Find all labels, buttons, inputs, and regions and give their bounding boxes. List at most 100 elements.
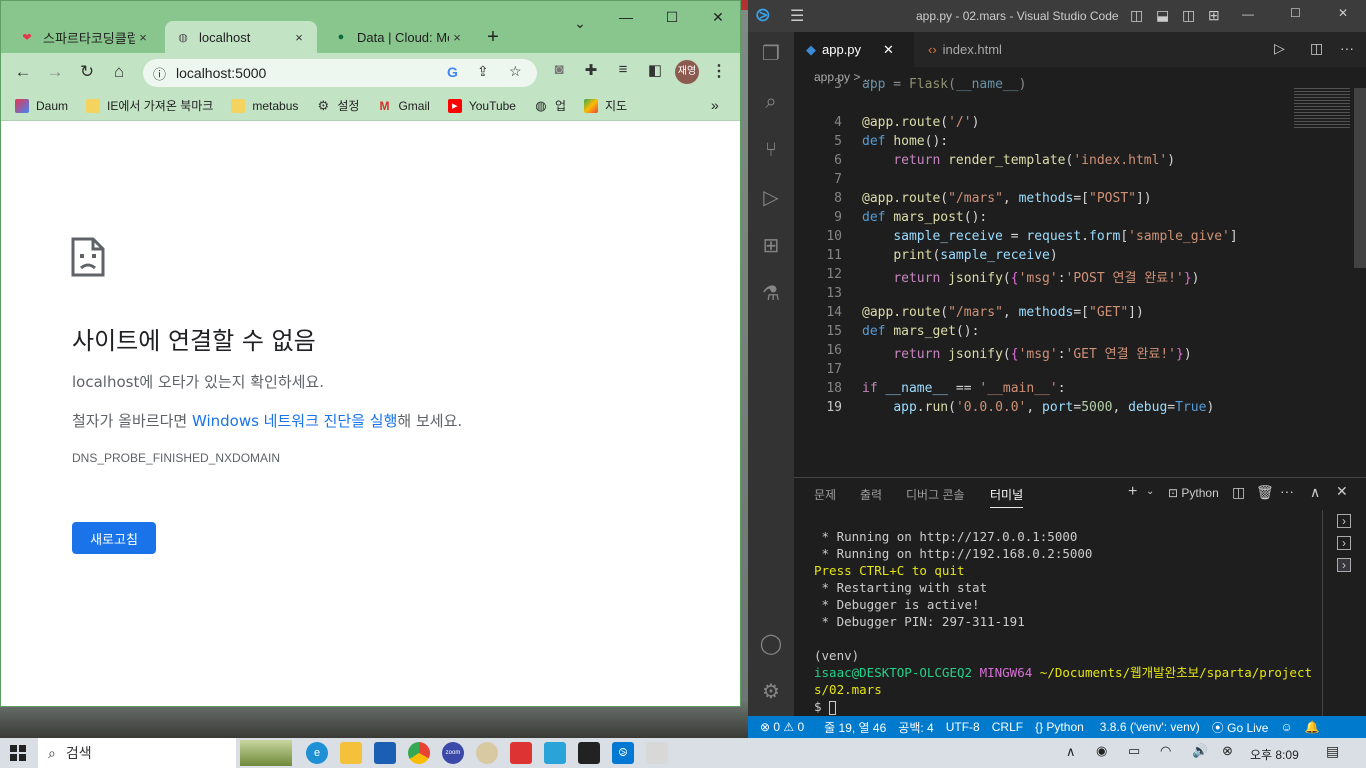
meet-now-icon[interactable]: ◉: [1096, 743, 1107, 759]
settings-gear-icon[interactable]: ⚙: [759, 680, 783, 704]
trash-icon[interactable]: 🗑: [1256, 484, 1274, 501]
forward-icon[interactable]: →: [39, 56, 71, 88]
toggle-panel-icon[interactable]: ⬓: [1156, 7, 1169, 24]
explorer-files-icon[interactable]: ❐: [759, 42, 783, 66]
terminal-instance-icon[interactable]: ›: [1337, 536, 1351, 550]
app-cube-icon[interactable]: [544, 742, 566, 764]
tab-localhost[interactable]: ◍ localhost ×: [165, 21, 317, 53]
close-tab-icon[interactable]: ✕: [883, 42, 894, 58]
input-method-icon[interactable]: ⊗: [1222, 743, 1233, 759]
app-dark-icon[interactable]: [578, 742, 600, 764]
show-hidden-icons[interactable]: ∧: [1066, 744, 1076, 760]
chevron-down-icon[interactable]: ⌄: [1146, 486, 1154, 497]
file-explorer-icon[interactable]: [340, 742, 362, 764]
clock[interactable]: 오후 8:09: [1250, 746, 1299, 763]
terminal-profile[interactable]: ⊡ Python: [1168, 486, 1219, 500]
run-debug-icon[interactable]: ▷: [759, 186, 783, 210]
more-actions-icon[interactable]: ···: [1340, 40, 1354, 56]
edge-icon[interactable]: e: [306, 742, 328, 764]
customize-layout-icon[interactable]: ⊞: [1208, 7, 1220, 24]
accounts-icon[interactable]: ◯: [759, 632, 783, 656]
search-icon[interactable]: ⌕: [759, 90, 783, 114]
new-tab-button[interactable]: +: [481, 25, 505, 49]
extensions-puzzle-icon[interactable]: ✚: [581, 61, 601, 81]
more-menu-icon[interactable]: ⋮: [709, 61, 729, 81]
encoding[interactable]: UTF-8: [946, 720, 980, 734]
minimize-button[interactable]: —: [603, 9, 649, 31]
tab-output[interactable]: 출력: [860, 486, 882, 503]
windows-start-icon[interactable]: [10, 745, 26, 761]
google-lens-icon[interactable]: G: [447, 64, 458, 80]
close-panel-icon[interactable]: ✕: [1336, 483, 1348, 500]
code-editor[interactable]: 3 4 5 6 7 8 9 10 11 12 13 14 15 16 17 18…: [794, 77, 1354, 477]
maximize-button[interactable]: ☐: [1290, 6, 1301, 20]
bookmark-daum[interactable]: Daum: [15, 98, 68, 113]
go-live-button[interactable]: ⦿ Go Live: [1212, 719, 1269, 736]
maximize-panel-icon[interactable]: ∧: [1310, 484, 1320, 501]
battery-icon[interactable]: ▭: [1128, 743, 1140, 759]
toggle-secondary-sidebar-icon[interactable]: ◫: [1182, 7, 1195, 24]
close-tab-icon[interactable]: ×: [449, 30, 465, 45]
search-highlight-image[interactable]: [240, 740, 292, 766]
info-icon[interactable]: ⓘ: [153, 64, 166, 83]
feedback-icon[interactable]: ☺: [1280, 720, 1292, 734]
minimap[interactable]: [1294, 88, 1350, 128]
bookmark-star-icon[interactable]: ☆: [509, 63, 522, 80]
app-icon[interactable]: [476, 742, 498, 764]
notification-center-icon[interactable]: ▤: [1326, 743, 1339, 760]
extensions-icon[interactable]: ⊞: [759, 234, 783, 258]
problems-count[interactable]: ⊗ 0 ⚠ 0: [760, 720, 804, 734]
wifi-icon[interactable]: ◠: [1160, 743, 1171, 759]
split-editor-icon[interactable]: ◫: [1310, 40, 1323, 57]
python-interpreter[interactable]: 3.8.6 ('venv': venv): [1100, 720, 1200, 734]
store-icon[interactable]: [374, 742, 396, 764]
run-python-file-icon[interactable]: ▷: [1274, 40, 1285, 57]
close-window-button[interactable]: ✕: [695, 9, 740, 31]
minimize-button[interactable]: —: [1242, 7, 1254, 21]
tab-problems[interactable]: 문제: [814, 486, 836, 503]
bookmark-settings[interactable]: ⚙ 설정: [316, 97, 360, 114]
address-bar[interactable]: ⓘ localhost:5000 G ⇪ ☆: [143, 59, 537, 87]
cursor-position[interactable]: 줄 19, 열 46: [824, 719, 886, 736]
tab-index-html[interactable]: ‹› index.html: [916, 32, 1036, 67]
chrome-icon[interactable]: [408, 742, 430, 764]
media-control-icon[interactable]: ≡: [613, 61, 633, 81]
close-window-button[interactable]: ✕: [1338, 6, 1348, 20]
terminal-output[interactable]: * Running on http://127.0.0.1:5000 * Run…: [814, 528, 1312, 715]
notifications-bell-icon[interactable]: 🔔: [1305, 720, 1320, 734]
side-panel-icon[interactable]: ◧: [645, 61, 665, 81]
tab-terminal[interactable]: 터미널: [990, 486, 1024, 508]
indentation[interactable]: 공백: 4: [898, 719, 933, 736]
terminal-instance-icon[interactable]: ›: [1337, 514, 1351, 528]
reload-icon[interactable]: ↻: [71, 56, 103, 88]
more-actions-icon[interactable]: ···: [1280, 483, 1294, 499]
tab-sparta[interactable]: ❤ 스파르타코딩클럽 ×: [9, 21, 161, 53]
home-icon[interactable]: ⌂: [103, 56, 135, 88]
bookmark-up[interactable]: ◍ 업: [534, 97, 566, 114]
close-tab-icon[interactable]: ×: [291, 30, 307, 45]
vscode-taskbar-icon[interactable]: ⧁: [612, 742, 634, 764]
bookmark-maps[interactable]: 지도: [584, 97, 627, 114]
language-mode[interactable]: {} Python: [1035, 720, 1084, 734]
taskbar-search-box[interactable]: ⌕ 검색: [38, 738, 236, 768]
network-diagnostics-link[interactable]: Windows 네트워크 진단을 실행: [192, 412, 397, 430]
toggle-sidebar-icon[interactable]: ◫: [1130, 7, 1143, 24]
menu-icon[interactable]: ☰: [790, 6, 804, 26]
camera-extension-icon[interactable]: ◙: [549, 61, 569, 81]
share-icon[interactable]: ⇪: [477, 63, 489, 80]
zoom-icon[interactable]: zoom: [442, 742, 464, 764]
tab-app-py[interactable]: ◆ app.py ✕: [794, 32, 914, 67]
bookmark-ie-folder[interactable]: IE에서 가져온 북마크: [86, 97, 213, 114]
new-terminal-icon[interactable]: +: [1128, 483, 1137, 501]
back-icon[interactable]: ←: [7, 56, 39, 88]
maximize-button[interactable]: ☐: [649, 9, 695, 31]
tab-mongodb[interactable]: ● Data | Cloud: Mo ×: [323, 21, 475, 53]
line-ending[interactable]: CRLF: [992, 720, 1023, 734]
more-bookmarks-icon[interactable]: »: [711, 97, 719, 113]
source-control-icon[interactable]: ⑂: [759, 138, 783, 162]
testing-flask-icon[interactable]: ⚗: [759, 282, 783, 306]
bookmark-gmail[interactable]: M Gmail: [377, 99, 429, 113]
app-notepad-icon[interactable]: [646, 742, 668, 764]
tab-debug-console[interactable]: 디버그 콘솔: [906, 486, 965, 503]
bookmark-youtube[interactable]: ▶ YouTube: [447, 98, 516, 113]
